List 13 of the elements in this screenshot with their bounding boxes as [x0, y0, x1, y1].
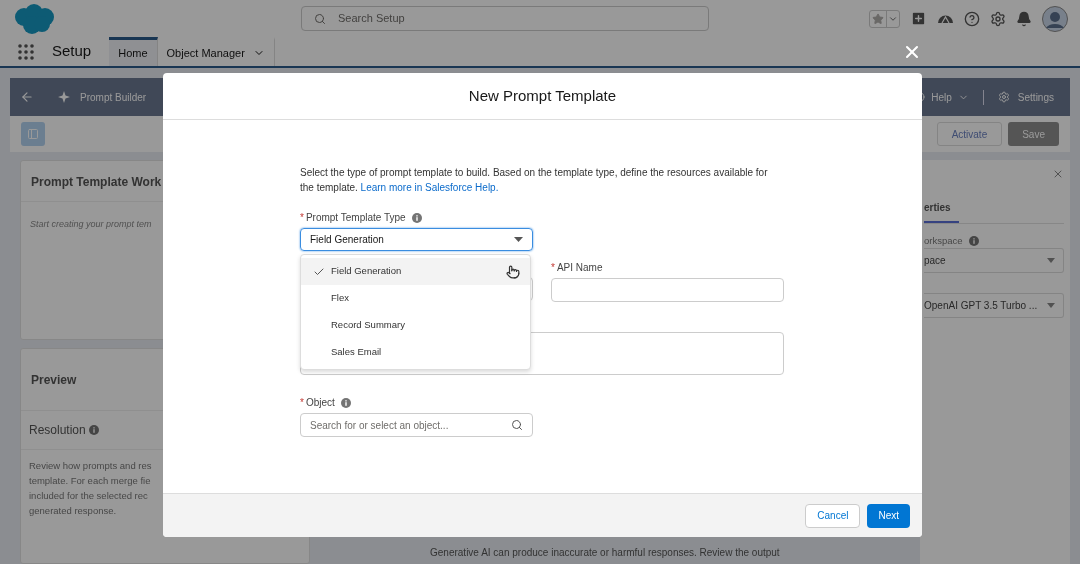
field-label: orkspace [924, 233, 963, 248]
field-label: * Object [300, 396, 335, 410]
resolution-description: Review how prompts and res template. For each merge fie included for the selected rec generated response. [28, 459, 153, 518]
card-title: Prompt Template Work [31, 175, 162, 189]
section-title: Resolution [29, 422, 86, 439]
intro-text: Select the type of prompt template to build. Based on the template type, define the resources available for the template. Learn more in Salesforce Help. [300, 166, 769, 195]
field-label: * API Name [551, 261, 603, 275]
disclaimer-text: Generative AI can produce inaccurate or harmful responses. Review the output [430, 546, 780, 560]
builder-title: Prompt Builder [80, 90, 147, 105]
app-name: Setup [52, 41, 92, 62]
card-title: Preview [31, 371, 77, 389]
field-label: * Prompt Template Type [300, 211, 406, 225]
modal-title: New Prompt Template [468, 85, 617, 106]
